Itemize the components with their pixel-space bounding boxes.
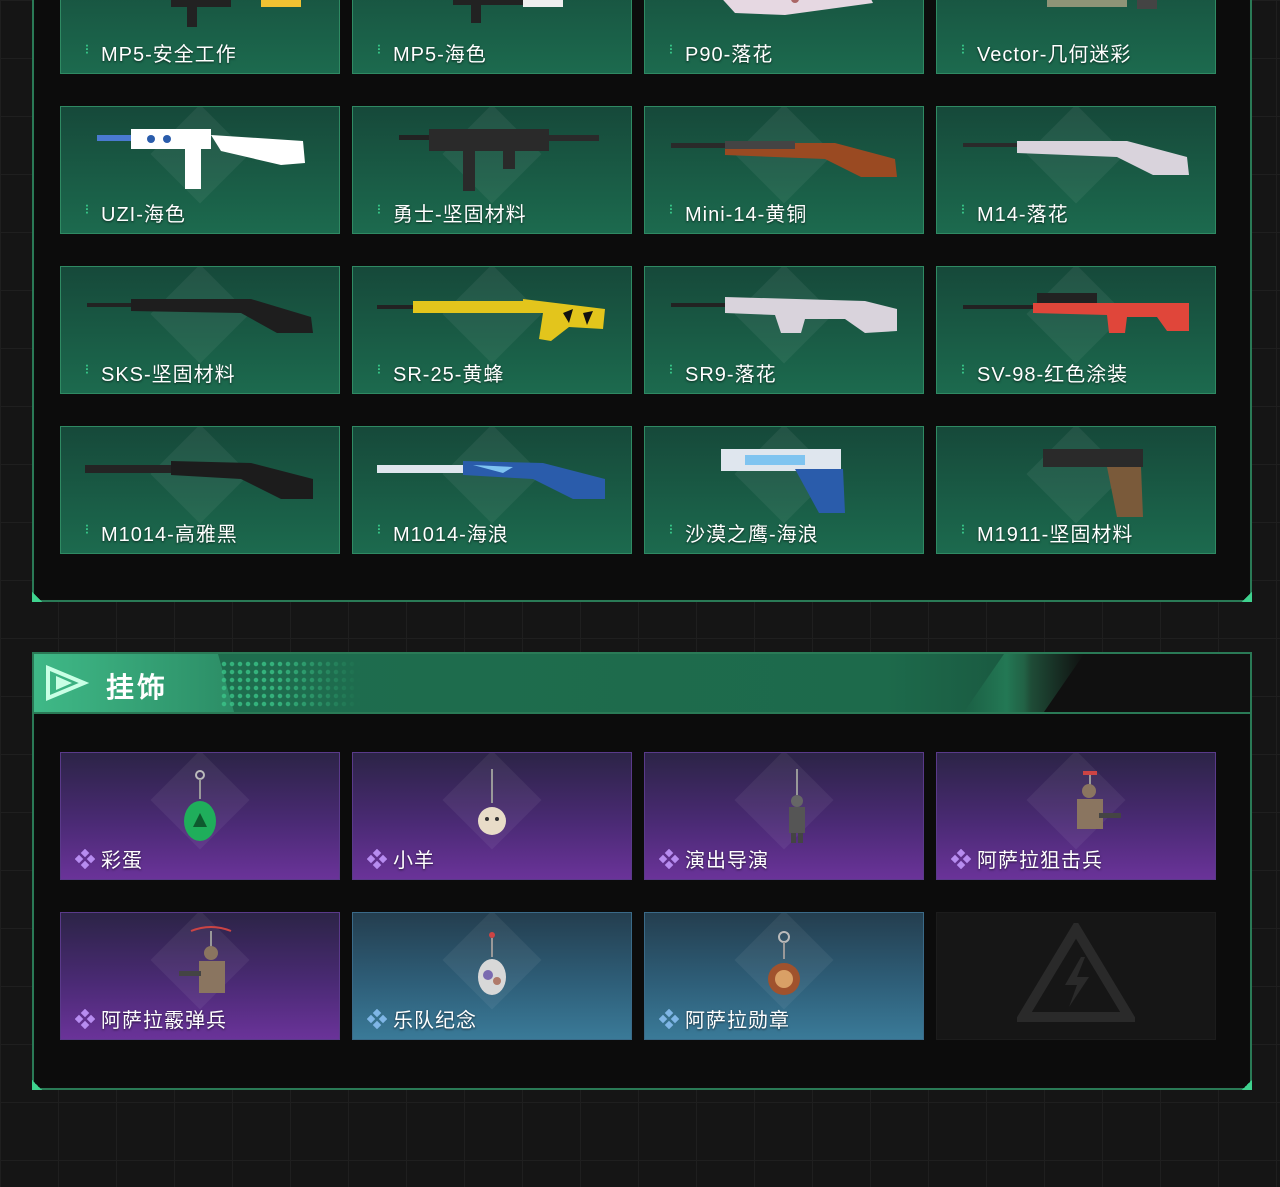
weapon-label: Mini-14-黄铜 (685, 204, 808, 226)
weapon-label: UZI-海色 (101, 204, 186, 226)
egg-pendant-icon (184, 770, 216, 841)
weapon-label: M14-落花 (977, 204, 1069, 226)
pendant-card[interactable]: 乐队纪念 (352, 912, 632, 1040)
rarity-icon: ⁝ (84, 361, 90, 377)
pendant-card[interactable]: 阿萨拉狙击兵 (936, 752, 1216, 880)
weapon-card[interactable]: ⁝ Vector-几何迷彩 (936, 0, 1216, 74)
weapon-card[interactable]: ⁝ UZI-海色 (60, 106, 340, 234)
rarity-icon: ⁝ (84, 201, 90, 217)
weapon-label: 勇士-坚固材料 (393, 204, 527, 226)
rarity-diamond-icon (367, 1009, 387, 1029)
weapon-card[interactable]: ⁝ Mini-14-黄铜 (644, 106, 924, 234)
rarity-icon: ⁝ (668, 41, 674, 57)
rarity-icon: ⁝ (960, 201, 966, 217)
pistol-icon (721, 449, 845, 513)
pendant-card[interactable]: 演出导演 (644, 752, 924, 880)
weapon-label: SV-98-红色涂装 (977, 364, 1129, 386)
pendant-label: 彩蛋 (101, 850, 143, 872)
play-arrow-icon (46, 665, 90, 701)
weapon-label: M1911-坚固材料 (977, 524, 1134, 546)
smg-icon (97, 129, 305, 189)
weapon-label: M1014-海浪 (393, 524, 509, 546)
section-title: 挂饰 (106, 672, 169, 703)
rifle-icon (87, 299, 313, 333)
figure-pendant-icon (789, 769, 805, 843)
weapon-card[interactable]: ⁝ SKS-坚固材料 (60, 266, 340, 394)
rarity-diamond-icon (659, 1009, 679, 1029)
smg-icon (399, 129, 599, 191)
pendant-label: 演出导演 (685, 850, 769, 872)
pendant-label: 阿萨拉霰弹兵 (101, 1010, 227, 1032)
weapon-skins-panel: ⁝ MP5-安全工作 ⁝ MP5-海色 ⁝ P90-落花 ⁝ Vector-几何… (32, 0, 1252, 602)
weapon-label: MP5-海色 (393, 44, 487, 66)
weapon-card[interactable]: ⁝ 勇士-坚固材料 (352, 106, 632, 234)
rarity-diamond-icon (75, 849, 95, 869)
weapon-card[interactable]: ⁝ M1014-海浪 (352, 426, 632, 554)
rarity-icon: ⁝ (84, 521, 90, 537)
rarity-icon: ⁝ (960, 361, 966, 377)
rarity-icon: ⁝ (668, 201, 674, 217)
weapon-label: 沙漠之鹰-海浪 (685, 524, 819, 546)
rarity-icon: ⁝ (376, 41, 382, 57)
pendant-label: 阿萨拉狙击兵 (977, 850, 1103, 872)
sheep-pendant-icon (478, 769, 506, 835)
shotgun-icon (85, 461, 313, 499)
weapon-card[interactable]: ⁝ SR-25-黄蜂 (352, 266, 632, 394)
sniper-icon (963, 293, 1189, 333)
weapon-card[interactable]: ⁝ M1014-高雅黑 (60, 426, 340, 554)
smg-icon (453, 0, 563, 23)
weapon-label: SR-25-黄蜂 (393, 364, 505, 386)
lightning-triangle-logo-icon (1017, 923, 1135, 1022)
weapon-card[interactable]: ⁝ P90-落花 (644, 0, 924, 74)
weapon-label: MP5-安全工作 (101, 44, 237, 66)
weapon-card[interactable]: ⁝ MP5-海色 (352, 0, 632, 74)
pendant-card[interactable]: 彩蛋 (60, 752, 340, 880)
rarity-diamond-icon (659, 849, 679, 869)
rifle-icon (671, 297, 897, 333)
rarity-icon: ⁝ (376, 521, 382, 537)
smg-icon (723, 0, 873, 15)
rarity-icon: ⁝ (668, 521, 674, 537)
rifle-icon (671, 141, 897, 177)
smg-icon (1047, 0, 1157, 9)
weapon-card[interactable]: ⁝ M1911-坚固材料 (936, 426, 1216, 554)
rarity-icon: ⁝ (376, 201, 382, 217)
pendant-label: 乐队纪念 (393, 1010, 477, 1032)
empty-slot (936, 912, 1216, 1040)
section-header: 挂饰 (34, 654, 1250, 714)
pistol-icon (1043, 449, 1143, 517)
soldier-pendant-icon (1077, 771, 1121, 829)
smg-icon (171, 0, 301, 27)
weapon-label: SR9-落花 (685, 364, 777, 386)
badge-pendant-icon (478, 932, 506, 995)
rifle-icon (377, 299, 605, 341)
rarity-icon: ⁝ (960, 41, 966, 57)
pendants-panel: 挂饰 彩蛋 小羊 演出导演 阿萨拉狙击兵 阿萨拉霰弹兵 乐队纪念 阿萨拉勋章 (32, 652, 1252, 1090)
rarity-diamond-icon (367, 849, 387, 869)
shotgun-icon (377, 461, 605, 499)
rarity-icon: ⁝ (960, 521, 966, 537)
soldier-pendant-icon (179, 926, 232, 993)
weapon-card[interactable]: ⁝ MP5-安全工作 (60, 0, 340, 74)
weapon-label: Vector-几何迷彩 (977, 44, 1132, 66)
medal-pendant-icon (768, 931, 800, 995)
rarity-diamond-icon (75, 1009, 95, 1029)
rarity-icon: ⁝ (84, 41, 90, 57)
pendant-label: 小羊 (393, 850, 435, 872)
rarity-icon: ⁝ (376, 361, 382, 377)
pendant-card[interactable]: 阿萨拉霰弹兵 (60, 912, 340, 1040)
rarity-icon: ⁝ (668, 361, 674, 377)
weapon-label: M1014-高雅黑 (101, 524, 238, 546)
pendant-card[interactable]: 阿萨拉勋章 (644, 912, 924, 1040)
weapon-card[interactable]: ⁝ M14-落花 (936, 106, 1216, 234)
weapon-card[interactable]: ⁝ 沙漠之鹰-海浪 (644, 426, 924, 554)
weapon-label: SKS-坚固材料 (101, 364, 236, 386)
weapon-label: P90-落花 (685, 44, 774, 66)
rarity-diamond-icon (951, 849, 971, 869)
weapon-card[interactable]: ⁝ SR9-落花 (644, 266, 924, 394)
weapon-card[interactable]: ⁝ SV-98-红色涂装 (936, 266, 1216, 394)
pendant-card[interactable]: 小羊 (352, 752, 632, 880)
rifle-icon (963, 141, 1189, 175)
pendant-label: 阿萨拉勋章 (685, 1010, 790, 1032)
